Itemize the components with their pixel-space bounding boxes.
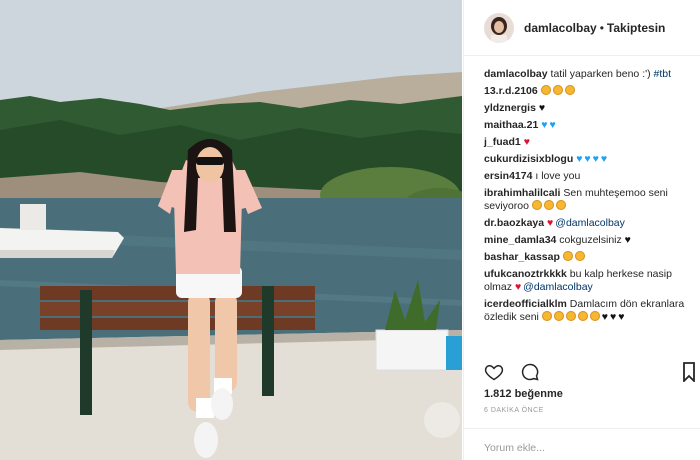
caption-hashtag[interactable]: #tbt <box>654 68 672 80</box>
comment-username[interactable]: ufukcanoztrkkkk <box>484 268 567 280</box>
comment-username[interactable]: yldznergis <box>484 102 536 114</box>
smiley-emoji-icon <box>531 200 542 210</box>
comment-bubble-icon[interactable] <box>520 362 540 382</box>
heart-outline-icon[interactable] <box>484 362 504 382</box>
smiley-emoji-icon <box>555 200 566 210</box>
comment-row: icerdeofficialklm Damlacım dön ekranlara… <box>484 298 688 324</box>
caption: damlacolbay tatil yaparken beno :') #tbt <box>484 68 688 81</box>
comment-text: ı love you <box>535 170 581 182</box>
comment-username[interactable]: dr.baozkaya <box>484 217 544 229</box>
comment-text: cokguzelsiniz <box>559 234 622 246</box>
comment-emoji-group <box>562 251 587 263</box>
comment-username[interactable]: bashar_kassap <box>484 251 560 263</box>
comment-username[interactable]: ersin4174 <box>484 170 532 182</box>
smiley-emoji-icon <box>574 251 585 261</box>
smiley-emoji-icon <box>553 311 564 321</box>
comment-username[interactable]: ibrahimhalilcali <box>484 187 560 199</box>
comment-emoji-group <box>531 200 568 212</box>
post-photo-illustration <box>0 0 462 460</box>
comment-username[interactable]: maithaa.21 <box>484 119 538 131</box>
comment-row: ufukcanoztrkkkk bu kalp herkese nasip ol… <box>484 268 688 294</box>
comment-emoji-group <box>540 85 577 97</box>
comment-row: mine_damla34 cokguzelsiniz ♥ <box>484 234 688 247</box>
comments-list: damlacolbay tatil yaparken beno :') #tbt… <box>464 56 700 354</box>
smiley-emoji-icon <box>565 311 576 321</box>
blue-heart-icon: ♥ <box>549 119 556 131</box>
comment-mention[interactable]: @damlacolbay <box>555 217 625 229</box>
comment-mention[interactable]: @damlacolbay <box>523 281 593 293</box>
blue-heart-icon: ♥ <box>541 119 548 131</box>
comment-username[interactable]: cukurdizisixblogu <box>484 153 573 165</box>
comment-row: ibrahimhalilcali Sen muhteşemoo seni sev… <box>484 187 688 213</box>
avatar[interactable] <box>484 12 514 43</box>
smiley-emoji-icon <box>543 200 554 210</box>
comment-username[interactable]: 13.r.d.2106 <box>484 85 538 97</box>
smiley-emoji-icon <box>552 85 563 95</box>
comment-emoji-group: ♥ <box>539 102 547 114</box>
comment-emoji-group: ♥ <box>515 281 523 293</box>
blue-heart-icon: ♥ <box>592 153 599 165</box>
add-comment-bar <box>464 428 700 460</box>
comment-emoji-group: ♥ ♥ ♥ <box>541 311 627 323</box>
header-username[interactable]: damlacolbay <box>524 21 597 35</box>
smiley-emoji-icon <box>541 311 552 321</box>
comment-emoji-group: ♥ ♥ <box>541 119 557 131</box>
comment-row: dr.baozkaya ♥ @damlacolbay <box>484 217 688 230</box>
smiley-emoji-icon <box>540 85 551 95</box>
post-time: 6 DAKİKA ÖNCE <box>484 407 544 414</box>
black-heart-icon: ♥ <box>610 311 617 323</box>
blue-heart-icon: ♥ <box>576 153 583 165</box>
smiley-emoji-icon <box>577 311 588 321</box>
comment-row: bashar_kassap <box>484 251 688 264</box>
black-heart-icon: ♥ <box>624 234 631 246</box>
comment-row: j_fuad1 ♥ <box>484 136 688 149</box>
comment-username[interactable]: icerdeofficialklm <box>484 298 567 310</box>
comment-row: 13.r.d.2106 <box>484 85 688 98</box>
add-comment-input[interactable] <box>484 442 684 454</box>
smiley-emoji-icon <box>589 311 600 321</box>
red-heart-icon: ♥ <box>523 136 530 148</box>
smiley-emoji-icon <box>564 85 575 95</box>
comment-row: cukurdizisixblogu ♥ ♥ ♥ ♥ <box>484 153 688 166</box>
follow-status[interactable]: Takiptesin <box>607 21 665 35</box>
comment-emoji-group: ♥ ♥ ♥ ♥ <box>576 153 609 165</box>
black-heart-icon: ♥ <box>538 102 546 114</box>
smiley-emoji-icon <box>562 251 573 261</box>
caption-username[interactable]: damlacolbay <box>484 68 548 80</box>
blue-heart-icon: ♥ <box>584 153 591 165</box>
comment-row: yldznergis ♥ <box>484 102 688 115</box>
red-heart-icon: ♥ <box>514 281 522 293</box>
black-heart-icon: ♥ <box>618 311 625 323</box>
comment-emoji-group: ♥ <box>524 136 532 148</box>
post-header: damlacolbay • Takiptesin <box>464 0 700 56</box>
black-heart-icon: ♥ <box>601 311 609 323</box>
action-bar <box>484 362 540 382</box>
post-photo[interactable] <box>0 0 462 460</box>
caption-text: tatil yaparken beno :') <box>550 68 651 80</box>
header-separator: • <box>599 20 604 35</box>
red-heart-icon: ♥ <box>547 217 554 229</box>
blue-heart-icon: ♥ <box>600 153 608 165</box>
comment-row: ersin4174 ı love you <box>484 170 688 183</box>
comment-username[interactable]: mine_damla34 <box>484 234 556 246</box>
comment-username[interactable]: j_fuad1 <box>484 136 521 148</box>
comment-row: maithaa.21 ♥ ♥ <box>484 119 688 132</box>
bookmark-icon[interactable] <box>682 362 696 382</box>
post-side-panel: damlacolbay • Takiptesin damlacolbay tat… <box>463 0 700 460</box>
comment-rows: 13.r.d.2106 yldznergis ♥ maithaa.21 ♥ ♥ j_f… <box>484 85 688 324</box>
likes-count[interactable]: 1.812 beğenme <box>484 388 563 400</box>
comment-emoji-group: ♥ <box>625 234 633 246</box>
